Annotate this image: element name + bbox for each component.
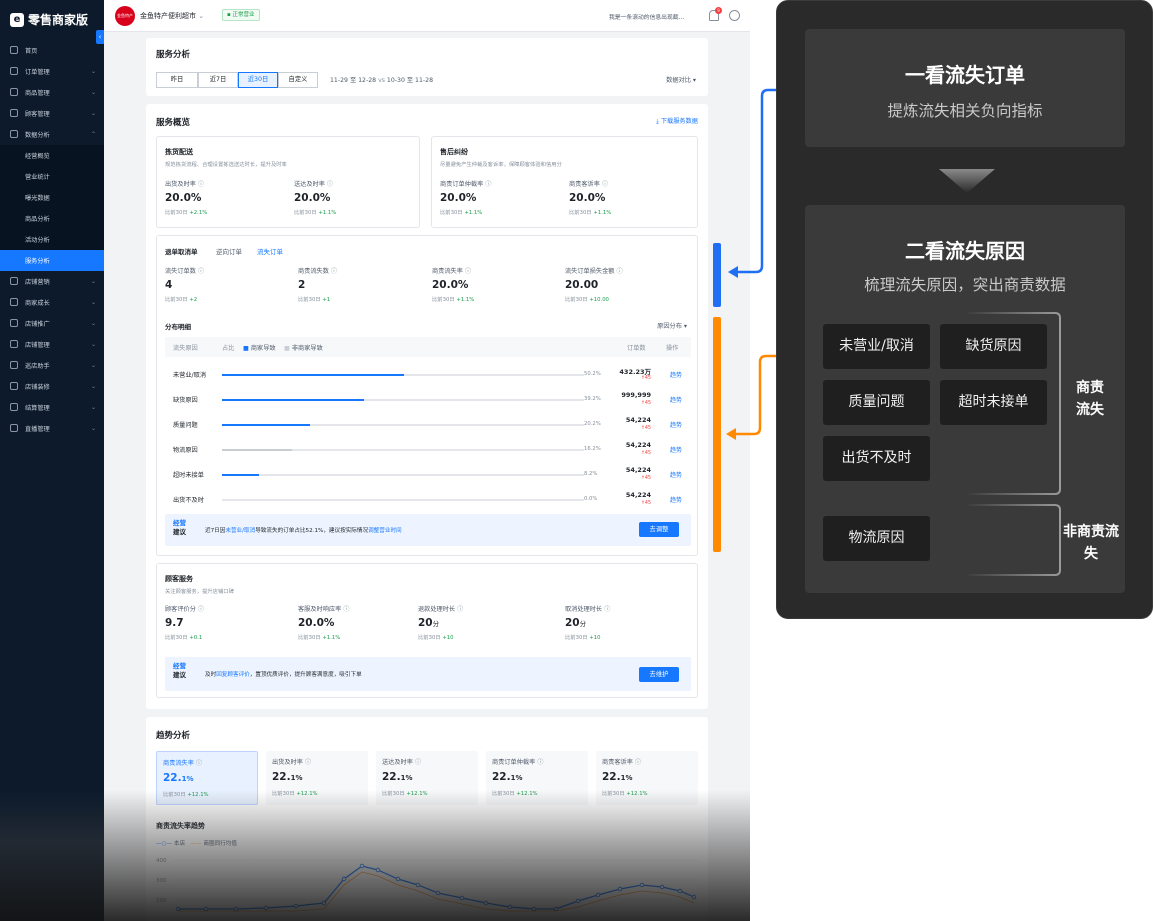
nonmerchant-loss-label: 非商责流失 (1063, 524, 1119, 562)
stage: e 零售商家版 ‹ 首页 订单管理 ⌄ 商品管理 ⌄ 顾客管理 ⌄ 数据分析 ⌃ 经营概览 营业统计… (0, 0, 1153, 921)
nonmerchant-bracket (965, 504, 1061, 576)
orange-highlight-bar (713, 317, 721, 552)
blue-highlight-bar (713, 243, 721, 307)
reason-chip: 物流原因 (823, 516, 930, 561)
down-arrow-icon (939, 169, 995, 193)
step1-box: 一看流失订单 提炼流失相关负向指标 (805, 29, 1125, 147)
step2-box: 二看流失原因 梳理流失原因，突出商责数据 未营业/取消 缺货原因 质量问题 超时… (805, 205, 1125, 593)
step1-title: 一看流失订单 (905, 63, 1025, 87)
reason-chip: 缺货原因 (940, 324, 1047, 369)
reason-chip: 未营业/取消 (823, 324, 930, 369)
blue-arrowhead (728, 266, 738, 278)
annotation-panel: 一看流失订单 提炼流失相关负向指标 二看流失原因 梳理流失原因，突出商责数据 未… (776, 0, 1153, 619)
reason-chip: 超时未接单 (940, 380, 1047, 425)
step1-subtitle: 提炼流失相关负向指标 (887, 102, 1043, 120)
merchant-loss-label: 商责流失 (1076, 380, 1104, 418)
reason-chip: 出货不及时 (823, 436, 930, 481)
orange-arrowhead (726, 428, 736, 440)
reason-chip: 质量问题 (823, 380, 930, 425)
